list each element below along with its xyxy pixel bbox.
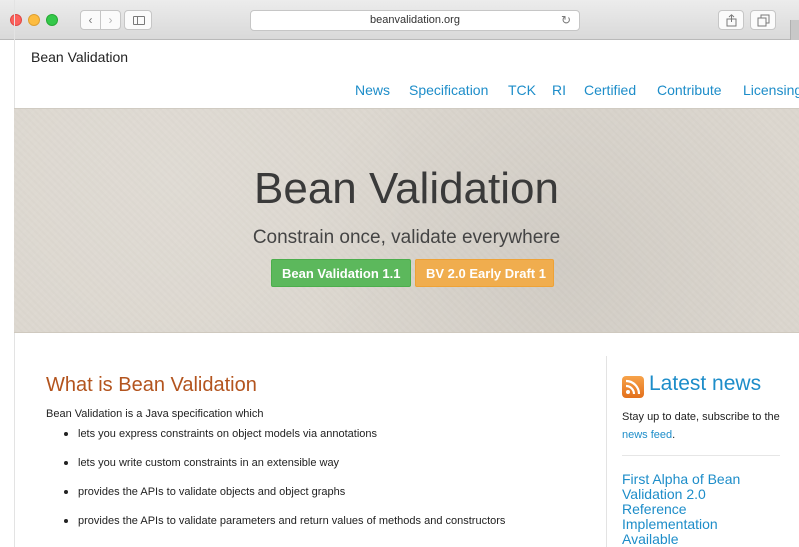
nav-specification[interactable]: Specification xyxy=(409,82,488,98)
subscribe-text: Stay up to date, subscribe to the xyxy=(622,411,780,423)
nav-certified[interactable]: Certified xyxy=(584,82,636,98)
zoom-window-button[interactable] xyxy=(46,14,58,26)
hero-banner: Bean Validation Constrain once, validate… xyxy=(14,108,799,333)
share-button[interactable] xyxy=(718,10,744,30)
main-nav: News Specification TCK RI Certified Cont… xyxy=(0,82,799,100)
chevron-right-icon: › xyxy=(108,13,113,27)
list-item: lets you write custom constraints in an … xyxy=(64,457,505,486)
address-bar-url: beanvalidation.org xyxy=(370,14,460,26)
sidebar-icon xyxy=(133,16,145,25)
list-item: provides the APIs to validate objects an… xyxy=(64,486,505,515)
toolbar-edge xyxy=(790,20,799,40)
back-button[interactable]: ‹ xyxy=(80,10,101,30)
subscribe-text-end: . xyxy=(672,429,676,441)
nav-news[interactable]: News xyxy=(355,82,390,98)
browser-toolbar: ‹ › beanvalidation.org ↻ xyxy=(0,0,799,40)
news-subscribe-text: Stay up to date, subscribe to the news f… xyxy=(622,408,787,444)
tabs-icon xyxy=(757,14,770,27)
what-is-heading: What is Bean Validation xyxy=(46,374,257,396)
list-item: provides the APIs to validate parameters… xyxy=(64,515,505,544)
news-feed-link[interactable]: news feed xyxy=(622,429,672,441)
close-window-button[interactable] xyxy=(10,14,22,26)
chevron-left-icon: ‹ xyxy=(88,13,93,27)
hero-title: Bean Validation xyxy=(254,164,559,213)
nav-tck[interactable]: TCK xyxy=(508,82,536,98)
rss-icon[interactable] xyxy=(622,376,644,398)
sidebar-rule xyxy=(622,455,780,456)
forward-button[interactable]: › xyxy=(100,10,121,30)
address-bar[interactable]: beanvalidation.org ↻ xyxy=(250,10,580,31)
share-icon xyxy=(726,14,737,27)
intro-text: Bean Validation is a Java specification … xyxy=(46,408,264,420)
list-item: lets you express constraints on object m… xyxy=(64,428,505,457)
hero-subtitle: Constrain once, validate everywhere xyxy=(252,227,561,248)
bv-20-early-draft-button[interactable]: BV 2.0 Early Draft 1 xyxy=(415,259,554,287)
sidebar-divider xyxy=(606,356,607,547)
sidebar-toggle-button[interactable] xyxy=(124,10,152,30)
nav-contribute[interactable]: Contribute xyxy=(657,82,722,98)
feature-list: lets you express constraints on object m… xyxy=(64,428,505,544)
reload-icon[interactable]: ↻ xyxy=(561,11,571,30)
bean-validation-11-button[interactable]: Bean Validation 1.1 xyxy=(271,259,411,287)
latest-news-heading: Latest news xyxy=(649,372,762,395)
nav-ri[interactable]: RI xyxy=(552,82,566,98)
rss-glyph-icon xyxy=(625,379,641,395)
site-brand[interactable]: Bean Validation xyxy=(31,49,128,65)
nav-licensing[interactable]: Licensing xyxy=(743,82,799,98)
minimize-window-button[interactable] xyxy=(28,14,40,26)
news-item-link[interactable]: First Alpha of Bean Validation 2.0 Refer… xyxy=(622,472,772,547)
tab-overview-button[interactable] xyxy=(750,10,776,30)
